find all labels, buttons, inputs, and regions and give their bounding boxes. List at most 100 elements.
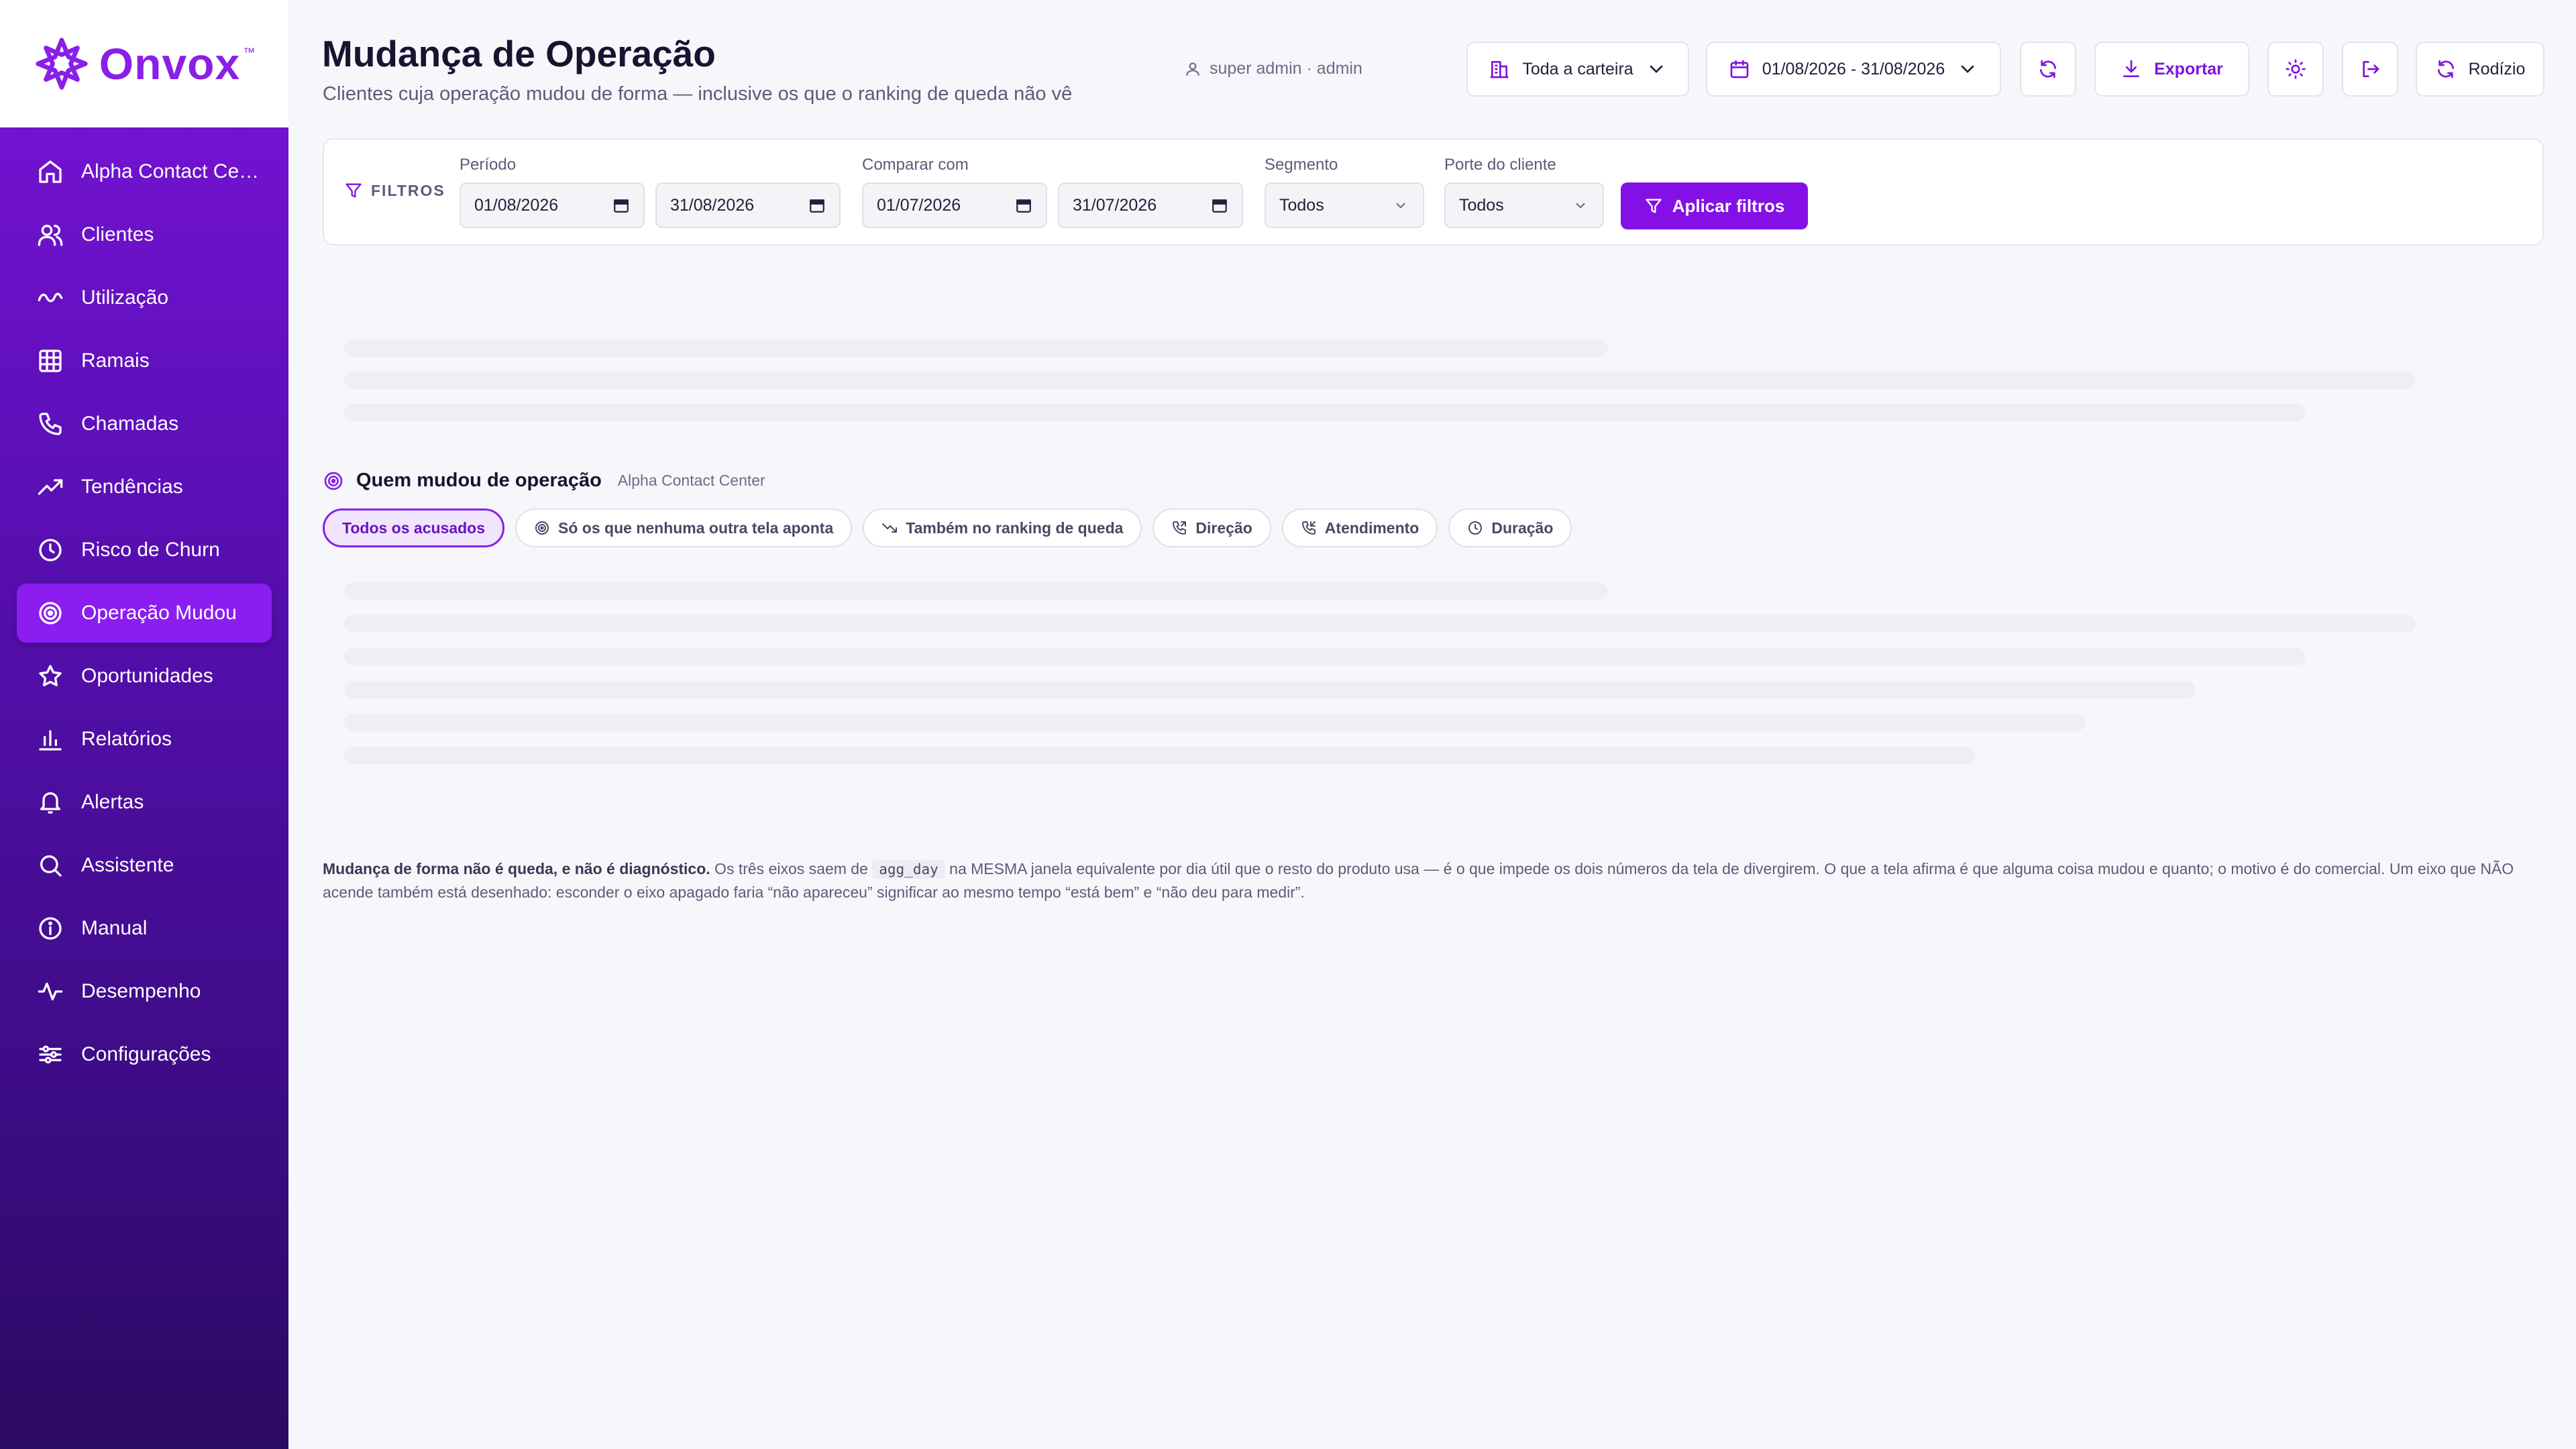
- chip-direcao[interactable]: Direção: [1152, 508, 1271, 547]
- sidebar-item-label: Operação Mudou: [81, 602, 237, 624]
- calendar-icon: [1730, 60, 1749, 78]
- theme-toggle-button[interactable]: [2267, 42, 2324, 97]
- sidebar-item-utilizacao[interactable]: Utilização: [17, 268, 272, 327]
- chip-atendimento[interactable]: Atendimento: [1281, 508, 1438, 547]
- compare-end-value: 31/07/2026: [1073, 195, 1157, 215]
- calendar-icon[interactable]: [1015, 197, 1032, 214]
- chip-so-nenhuma-outra-tela[interactable]: Só os que nenhuma outra tela aponta: [515, 508, 853, 547]
- skeleton-line: [344, 582, 1608, 600]
- chip-todos-os-acusados[interactable]: Todos os acusados: [323, 508, 505, 547]
- logo[interactable]: Onvox ™: [0, 0, 288, 127]
- filters-heading: FILTROS: [344, 181, 445, 200]
- sidebar-item-clientes[interactable]: Clientes: [17, 205, 272, 264]
- info-icon: [39, 917, 62, 940]
- skeleton-line: [344, 339, 1608, 357]
- period-start-value: 01/08/2026: [474, 195, 559, 215]
- page-title: Mudança de Operação: [322, 33, 716, 74]
- chip-label: Também no ranking de queda: [906, 519, 1124, 537]
- sidebar-item-relatorios[interactable]: Relatórios: [17, 710, 272, 769]
- calendar-icon[interactable]: [612, 197, 630, 214]
- sidebar-item-label: Tendências: [81, 476, 183, 498]
- building-icon: [1490, 61, 1509, 78]
- compare-start-input[interactable]: 01/07/2026: [862, 182, 1047, 228]
- segment-select[interactable]: Todos: [1265, 182, 1424, 228]
- period-end-input[interactable]: 31/08/2026: [655, 182, 841, 228]
- phone-out-icon: [1173, 521, 1187, 535]
- chip-duracao[interactable]: Duração: [1448, 508, 1572, 547]
- filters-card: FILTROS Período 01/08/2026 31/08/2026 Co…: [323, 138, 2544, 246]
- segment-label: Segmento: [1265, 156, 1338, 174]
- date-range-select[interactable]: 01/08/2026 - 31/08/2026: [1706, 42, 2001, 97]
- calendar-icon[interactable]: [1211, 197, 1228, 214]
- wave-icon: [38, 292, 63, 303]
- chevron-down-icon: [1576, 203, 1585, 209]
- export-button[interactable]: Exportar: [2094, 42, 2249, 97]
- sidebar-item-ramais[interactable]: Ramais: [17, 331, 272, 390]
- user-info: super admin · admin: [1184, 59, 1362, 78]
- sidebar-item-assistente[interactable]: Assistente: [17, 836, 272, 895]
- portfolio-label: Toda a carteira: [1522, 59, 1633, 78]
- target-icon: [39, 602, 62, 625]
- skeleton-line: [344, 747, 1976, 764]
- note-code: agg_day: [872, 860, 945, 879]
- user-name: super admin · admin: [1210, 59, 1362, 78]
- sidebar-item-label: Alpha Contact Center: [81, 160, 262, 182]
- logout-button[interactable]: [2342, 42, 2398, 97]
- chevron-down-icon: [1961, 65, 1974, 73]
- trending-up-icon: [38, 479, 63, 495]
- date-range-label: 01/08/2026 - 31/08/2026: [1762, 59, 1945, 78]
- rotation-button[interactable]: Rodízio: [2416, 42, 2544, 97]
- segment-value: Todos: [1279, 195, 1324, 215]
- sidebar-item-tendencias[interactable]: Tendências: [17, 458, 272, 517]
- skeleton-line: [344, 714, 2086, 731]
- target-icon: [535, 521, 549, 535]
- compare-end-input[interactable]: 31/07/2026: [1058, 182, 1243, 228]
- section-header: Quem mudou de operação Alpha Contact Cen…: [323, 470, 765, 492]
- filter-icon: [345, 183, 362, 198]
- sidebar-item-chamadas[interactable]: Chamadas: [17, 394, 272, 453]
- chip-label: Atendimento: [1324, 519, 1419, 537]
- clock-icon: [1468, 521, 1483, 535]
- client-size-select[interactable]: Todos: [1444, 182, 1604, 228]
- skeleton-line: [344, 404, 2306, 421]
- refresh-icon: [2040, 60, 2056, 78]
- sidebar-item-alpha-contact-center[interactable]: Alpha Contact Center: [17, 142, 272, 201]
- chip-label: Só os que nenhuma outra tela aponta: [558, 519, 834, 537]
- download-icon: [2123, 60, 2140, 77]
- sidebar-item-label: Configurações: [81, 1043, 211, 1065]
- refresh-button[interactable]: [2020, 42, 2076, 97]
- sidebar-item-desempenho[interactable]: Desempenho: [17, 962, 272, 1021]
- activity-icon: [38, 982, 63, 1001]
- chip-label: Todos os acusados: [342, 519, 486, 537]
- calendar-icon[interactable]: [808, 197, 826, 214]
- sidebar-item-alertas[interactable]: Alertas: [17, 773, 272, 832]
- sidebar-item-operacao-mudou[interactable]: Operação Mudou: [17, 584, 272, 643]
- skeleton-line: [344, 681, 2196, 698]
- logout-icon: [2363, 61, 2379, 77]
- chip-ranking-de-queda[interactable]: Também no ranking de queda: [863, 508, 1142, 547]
- methodology-note: Mudança de forma não é queda, e não é di…: [323, 857, 2543, 904]
- clock-icon: [39, 539, 62, 561]
- users-icon: [38, 225, 63, 246]
- sidebar-item-configuracoes[interactable]: Configurações: [17, 1025, 272, 1084]
- onvox-logo-icon: [36, 38, 88, 90]
- sidebar-item-label: Utilização: [81, 286, 169, 309]
- sun-icon: [2286, 59, 2306, 79]
- sidebar-item-risco-de-churn[interactable]: Risco de Churn: [17, 521, 272, 580]
- period-label: Período: [460, 156, 517, 174]
- search-icon: [40, 855, 62, 877]
- sidebar-item-oportunidades[interactable]: Oportunidades: [17, 647, 272, 706]
- grid-icon: [39, 350, 62, 372]
- filter-chips: Todos os acusados Só os que nenhuma outr…: [323, 508, 1572, 547]
- bar-chart-icon: [39, 730, 62, 751]
- chevron-down-icon: [1396, 203, 1405, 209]
- star-icon: [39, 665, 62, 686]
- page-subtitle: Clientes cuja operação mudou de forma — …: [323, 83, 1073, 105]
- filters-label: FILTROS: [371, 181, 445, 199]
- apply-filters-button[interactable]: Aplicar filtros: [1621, 182, 1808, 229]
- sidebar-item-manual[interactable]: Manual: [17, 899, 272, 958]
- period-start-input[interactable]: 01/08/2026: [460, 182, 645, 228]
- sidebar-item-label: Oportunidades: [81, 665, 213, 687]
- sidebar-item-label: Manual: [81, 917, 148, 939]
- portfolio-select[interactable]: Toda a carteira: [1466, 42, 1689, 97]
